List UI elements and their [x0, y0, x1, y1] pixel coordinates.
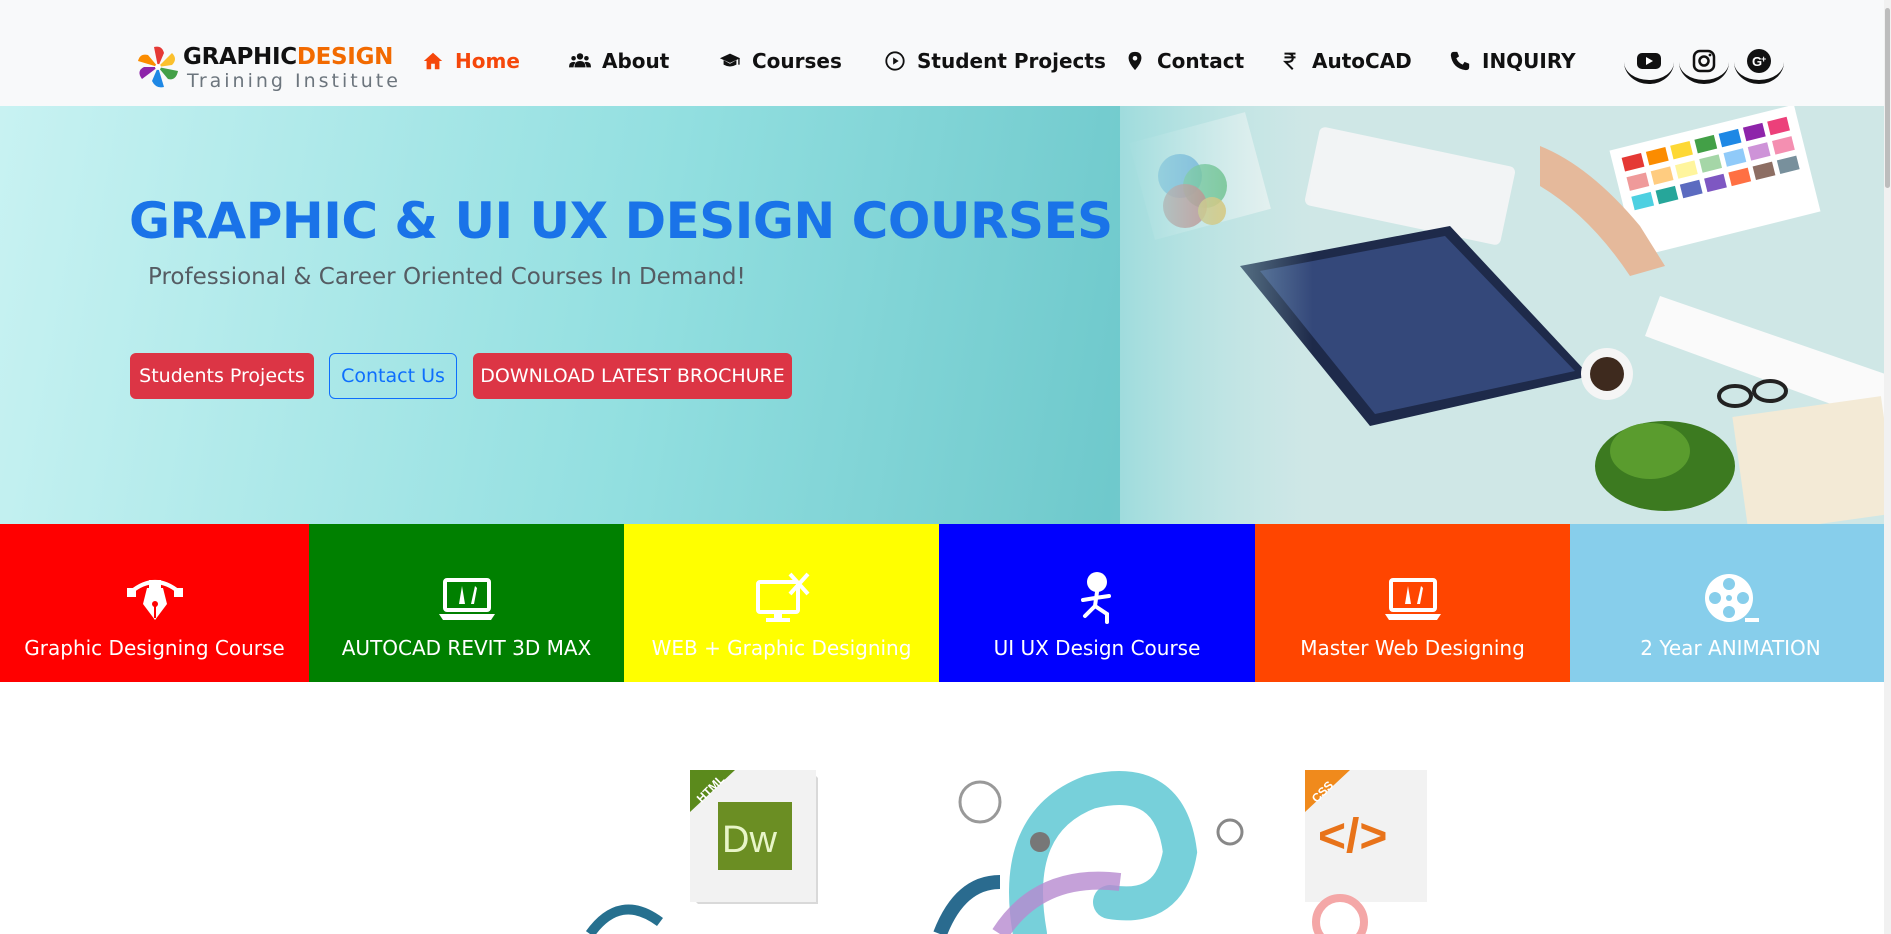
laptop-design-icon [438, 578, 495, 620]
nav-item-student-projects[interactable]: Student Projects [883, 45, 1106, 77]
course-tile-web-graphic[interactable]: WEB + Graphic Designing [624, 524, 939, 682]
film-reel-icon [1704, 574, 1759, 622]
running-figure-icon [1081, 572, 1111, 624]
logo-tagline: Training Institute [187, 70, 401, 92]
nav-item-label: INQUIRY [1482, 49, 1576, 73]
users-icon [568, 49, 592, 73]
rupee-icon [1278, 49, 1302, 73]
scrollbar-thumb[interactable] [1885, 8, 1890, 188]
nav-item-contact[interactable]: Contact [1123, 45, 1244, 77]
page: GRAPHICDESIGN Training Institute Home Ab… [0, 0, 1891, 934]
contact-us-button[interactable]: Contact Us [329, 353, 457, 399]
home-icon [421, 49, 445, 73]
code-brackets-label: </> [1318, 810, 1387, 863]
google-plus-icon: G+ [1747, 49, 1771, 73]
course-tile-label: Graphic Designing Course [24, 636, 285, 660]
phone-icon [1448, 49, 1472, 73]
hero-subtitle: Professional & Career Oriented Courses I… [148, 264, 746, 290]
nav-item-label: Contact [1157, 49, 1245, 73]
youtube-icon [1637, 53, 1661, 69]
nav-item-label: Home [455, 49, 520, 73]
monitor-tools-icon [755, 572, 809, 622]
course-tile-master-web[interactable]: Master Web Designing [1255, 524, 1570, 682]
top-navbar: GRAPHICDESIGN Training Institute Home Ab… [0, 0, 1891, 107]
laptop-design-icon [1384, 578, 1441, 620]
desk-workspace-image [1120, 106, 1891, 524]
course-tile-label: 2 Year ANIMATION [1640, 636, 1821, 660]
instagram-icon [1692, 49, 1716, 73]
course-tiles: Graphic Designing Course AUTOCAD REVIT 3… [0, 524, 1891, 682]
dreamweaver-label: Dw [722, 819, 777, 861]
nav-item-label: Courses [752, 49, 842, 73]
logo-word-design: DESIGN [296, 44, 394, 70]
hero-banner: GRAPHIC & UI UX DESIGN COURSES Professio… [0, 106, 1891, 524]
pen-tool-icon [126, 580, 183, 620]
students-projects-button[interactable]: Students Projects [130, 353, 314, 399]
course-tile-animation[interactable]: 2 Year ANIMATION [1570, 524, 1891, 682]
nav-item-inquiry[interactable]: INQUIRY [1448, 45, 1576, 77]
logo-word-graphic: GRAPHIC [183, 44, 297, 70]
course-tile-autocad[interactable]: AUTOCAD REVIT 3D MAX [309, 524, 624, 682]
hero-title: GRAPHIC & UI UX DESIGN COURSES [129, 192, 1113, 250]
nav-item-autocad[interactable]: AutoCAD [1278, 45, 1412, 77]
logo-pinwheel-icon [138, 46, 178, 88]
software-showcase: HTML Dw CSS </> [0, 682, 1891, 934]
course-tile-label: AUTOCAD REVIT 3D MAX [341, 636, 592, 660]
nav-item-home[interactable]: Home [421, 45, 520, 77]
nav-item-courses[interactable]: Courses [718, 45, 842, 77]
course-tile-label: UI UX Design Course [993, 636, 1201, 660]
course-tile-label: WEB + Graphic Designing [651, 636, 912, 660]
svg-text:+: + [1761, 54, 1766, 64]
map-pin-icon [1123, 49, 1147, 73]
logo-wordmark: GRAPHICDESIGN [183, 44, 393, 70]
nav-item-label: About [602, 49, 670, 73]
play-circle-icon [883, 49, 907, 73]
nav-item-label: Student Projects [917, 49, 1106, 73]
google-plus-link[interactable]: G + [1734, 40, 1784, 84]
graduation-cap-icon [718, 49, 742, 73]
course-tile-graphic-designing[interactable]: Graphic Designing Course [0, 524, 309, 682]
css-file-icon: CSS </> [1305, 770, 1427, 902]
nav-item-label: AutoCAD [1312, 49, 1412, 73]
download-brochure-button[interactable]: DOWNLOAD LATEST BROCHURE [473, 353, 792, 399]
course-tile-ui-ux[interactable]: UI UX Design Course [939, 524, 1255, 682]
nav-item-about[interactable]: About [568, 45, 669, 77]
course-tile-label: Master Web Designing [1300, 636, 1525, 660]
dreamweaver-file-icon: HTML Dw [690, 770, 818, 904]
instagram-link[interactable] [1679, 40, 1729, 84]
brand-logo[interactable]: GRAPHICDESIGN Training Institute [133, 38, 398, 96]
showcase-artwork: HTML Dw CSS </> [585, 770, 1427, 934]
youtube-link[interactable] [1624, 40, 1674, 84]
